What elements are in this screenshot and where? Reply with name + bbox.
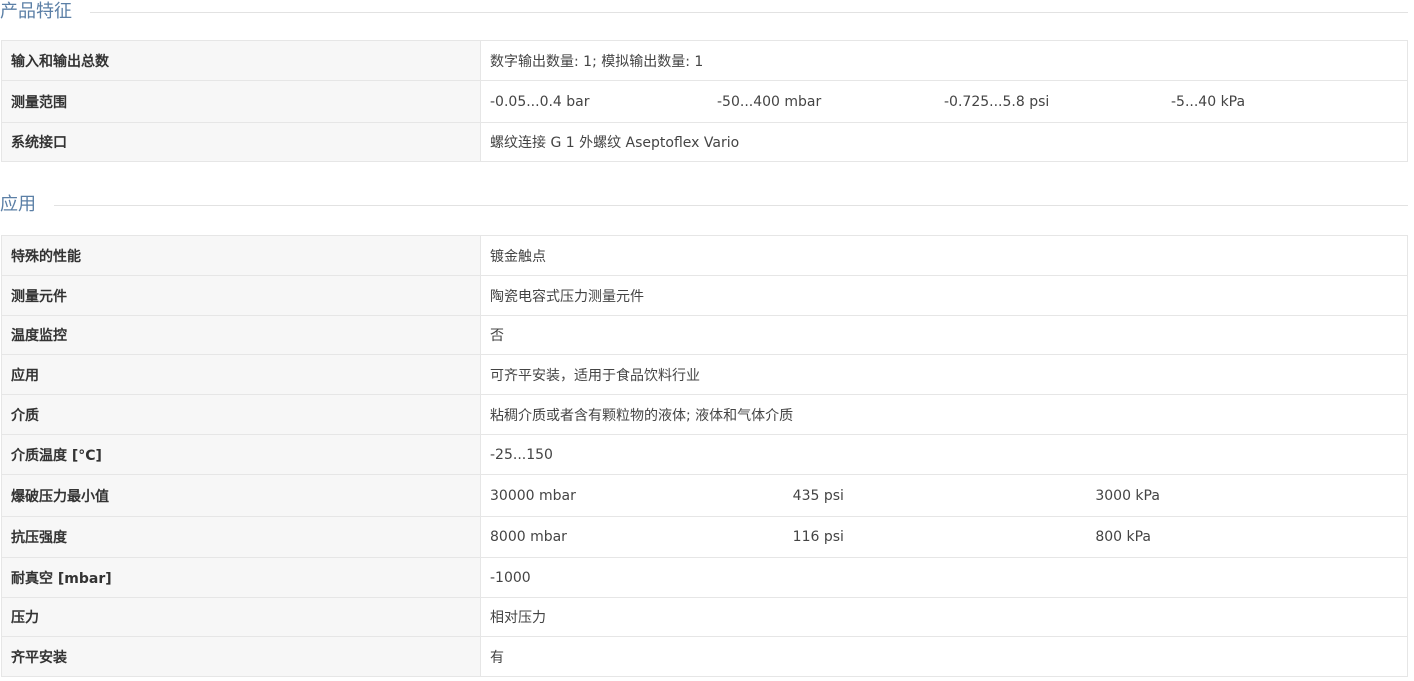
table-row: 抗压强度 8000 mbar 116 psi 800 kPa xyxy=(1,516,1408,558)
row-label: 抗压强度 xyxy=(1,516,481,558)
features-table: 输入和输出总数 数字输出数量: 1; 模拟输出数量: 1 测量范围 -0.05.… xyxy=(1,40,1408,162)
value-cell: 3000 kPa xyxy=(1095,487,1160,504)
row-label: 介质 xyxy=(1,394,481,435)
table-row: 输入和输出总数 数字输出数量: 1; 模拟输出数量: 1 xyxy=(1,40,1408,81)
row-label: 特殊的性能 xyxy=(1,235,481,276)
section-divider xyxy=(90,11,1408,13)
row-label: 输入和输出总数 xyxy=(1,40,481,81)
table-row: 压力 相对压力 xyxy=(1,597,1408,637)
row-value: 数字输出数量: 1; 模拟输出数量: 1 xyxy=(480,40,1408,81)
value-cell: -0.725...5.8 psi xyxy=(944,93,1050,110)
value-cell: 30000 mbar xyxy=(490,487,576,504)
section-title-application: 应用 xyxy=(0,194,36,215)
table-row: 温度监控 否 xyxy=(1,315,1408,355)
row-value: 否 xyxy=(480,315,1408,355)
value-cell: 800 kPa xyxy=(1095,529,1152,545)
row-label: 介质温度 [°C] xyxy=(1,434,481,475)
row-value: 相对压力 xyxy=(480,597,1408,637)
row-label: 系统接口 xyxy=(1,122,481,162)
row-label: 压力 xyxy=(1,597,481,637)
row-label: 测量元件 xyxy=(1,275,481,316)
section-divider xyxy=(54,204,1408,206)
row-value: 螺纹连接 G 1 外螺纹 Aseptoflex Vario xyxy=(480,122,1408,162)
table-row: 齐平安装 有 xyxy=(1,636,1408,677)
section-header-application: 应用 xyxy=(0,194,1408,216)
value-cell: -5...40 kPa xyxy=(1171,93,1246,110)
section-header-features: 产品特征 xyxy=(0,1,1408,23)
row-label: 耐真空 [mbar] xyxy=(1,557,481,598)
application-table: 特殊的性能 镀金触点 测量元件 陶瓷电容式压力测量元件 温度监控 否 应用 可齐… xyxy=(1,235,1408,677)
row-label: 齐平安装 xyxy=(1,636,481,677)
value-cell: -0.05...0.4 bar xyxy=(490,93,590,110)
row-value: 粘稠介质或者含有颗粒物的液体; 液体和气体介质 xyxy=(480,394,1408,435)
section-title-features: 产品特征 xyxy=(0,1,72,22)
table-row: 应用 可齐平安装，适用于食品饮料行业 xyxy=(1,354,1408,395)
row-value: 陶瓷电容式压力测量元件 xyxy=(480,275,1408,316)
value-cell: 116 psi xyxy=(792,529,844,545)
table-row: 系统接口 螺纹连接 G 1 外螺纹 Aseptoflex Vario xyxy=(1,122,1408,162)
table-row: 介质 粘稠介质或者含有颗粒物的液体; 液体和气体介质 xyxy=(1,394,1408,435)
row-value: -1000 xyxy=(480,557,1408,598)
row-label: 温度监控 xyxy=(1,315,481,355)
row-value-multi: 8000 mbar 116 psi 800 kPa xyxy=(480,516,1408,558)
table-row: 耐真空 [mbar] -1000 xyxy=(1,557,1408,598)
row-label: 应用 xyxy=(1,354,481,395)
row-label: 爆破压力最小值 xyxy=(1,474,481,517)
row-value: 可齐平安装，适用于食品饮料行业 xyxy=(480,354,1408,395)
table-row: 特殊的性能 镀金触点 xyxy=(1,235,1408,276)
row-value-multi: 30000 mbar 435 psi 3000 kPa xyxy=(480,474,1408,517)
value-cell: 435 psi xyxy=(792,487,844,504)
row-value-multi: -0.05...0.4 bar -50...400 mbar -0.725...… xyxy=(480,80,1408,123)
table-row: 测量范围 -0.05...0.4 bar -50...400 mbar -0.7… xyxy=(1,80,1408,123)
table-row: 介质温度 [°C] -25...150 xyxy=(1,434,1408,475)
value-cell: 8000 mbar xyxy=(490,529,567,545)
row-value: 有 xyxy=(480,636,1408,677)
table-row: 爆破压力最小值 30000 mbar 435 psi 3000 kPa xyxy=(1,474,1408,517)
table-row: 测量元件 陶瓷电容式压力测量元件 xyxy=(1,275,1408,316)
row-value: -25...150 xyxy=(480,434,1408,475)
value-cell: -50...400 mbar xyxy=(717,93,822,110)
row-value: 镀金触点 xyxy=(480,235,1408,276)
row-label: 测量范围 xyxy=(1,80,481,123)
